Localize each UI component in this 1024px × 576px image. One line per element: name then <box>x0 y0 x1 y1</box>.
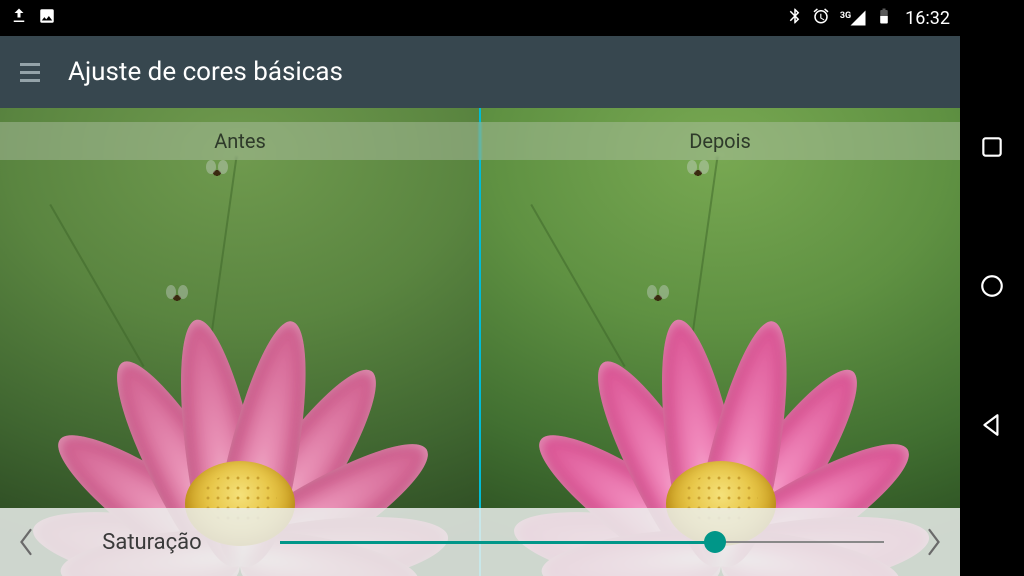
before-label: Antes <box>0 122 480 160</box>
signal-group: 3G <box>838 9 867 27</box>
data-type-label: 3G <box>840 11 851 21</box>
next-parameter-button[interactable] <box>916 518 952 566</box>
battery-icon <box>875 7 893 29</box>
slider-thumb[interactable] <box>704 531 726 553</box>
compare-divider[interactable] <box>479 108 481 576</box>
bluetooth-icon <box>786 7 804 29</box>
after-pane <box>481 108 960 576</box>
home-button[interactable] <box>979 273 1005 303</box>
upload-icon <box>10 7 28 29</box>
saturation-slider[interactable] <box>280 522 884 562</box>
compare-label-strip: Antes Depois <box>0 122 960 160</box>
device-screen: 3G 16:32 Ajuste de cores básicas <box>0 0 960 576</box>
image-icon <box>38 7 56 29</box>
alarm-icon <box>812 7 830 29</box>
parameter-bar: Saturação <box>0 508 960 576</box>
page-title: Ajuste de cores básicas <box>68 57 343 87</box>
parameter-label: Saturação <box>52 530 252 555</box>
back-button[interactable] <box>979 412 1005 442</box>
prev-parameter-button[interactable] <box>8 518 44 566</box>
before-pane <box>0 108 479 576</box>
clock-text: 16:32 <box>905 8 950 29</box>
menu-icon[interactable] <box>20 63 40 82</box>
slider-fill <box>280 541 715 544</box>
recent-apps-button[interactable] <box>979 134 1005 164</box>
signal-icon <box>849 9 867 27</box>
android-nav-bar <box>960 0 1024 576</box>
status-bar: 3G 16:32 <box>0 0 960 36</box>
after-label: Depois <box>480 122 960 160</box>
compare-view: Antes Depois Saturação <box>0 108 960 576</box>
app-bar: Ajuste de cores básicas <box>0 36 960 108</box>
